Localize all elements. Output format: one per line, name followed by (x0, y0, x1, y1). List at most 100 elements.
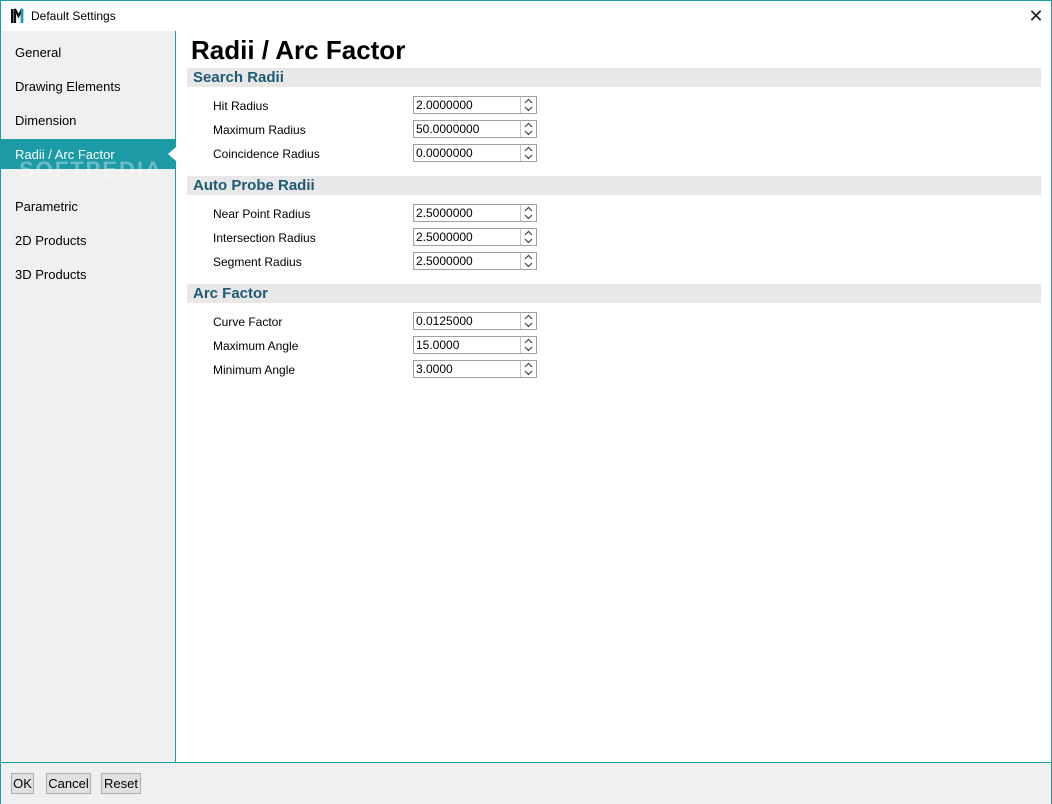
chevron-down-icon (524, 346, 533, 352)
close-button[interactable]: ✕ (1021, 1, 1051, 31)
field-label: Maximum Radius (213, 123, 306, 137)
spin-down-button[interactable] (521, 321, 536, 329)
sidebar-item-2d-products[interactable]: 2D Products (1, 225, 175, 255)
minimum-angle-spinbox[interactable] (413, 360, 537, 378)
sidebar-item-parametric[interactable]: Parametric (1, 191, 175, 221)
spin-up-button[interactable] (521, 253, 536, 261)
maximum-angle-input[interactable] (414, 337, 522, 353)
minimum-angle-input[interactable] (414, 361, 522, 377)
chevron-down-icon (524, 262, 533, 268)
spin-down-button[interactable] (521, 129, 536, 137)
sidebar-item-label: 2D Products (15, 232, 87, 248)
segment-radius-input[interactable] (414, 253, 522, 269)
title-bar[interactable]: Default Settings ✕ (1, 1, 1051, 31)
sidebar-item-radii-arc-factor[interactable]: Radii / Arc Factor (1, 139, 176, 169)
page-title: Radii / Arc Factor (191, 35, 406, 65)
spin-down-button[interactable] (521, 369, 536, 377)
field-label: Intersection Radius (213, 231, 316, 245)
near-point-radius-spinbox[interactable] (413, 204, 537, 222)
chevron-up-icon (524, 362, 533, 368)
spin-down-button[interactable] (521, 345, 536, 353)
sidebar-item-dimension[interactable]: Dimension (1, 105, 175, 135)
intersection-radius-input[interactable] (414, 229, 522, 245)
spin-up-button[interactable] (521, 361, 536, 369)
spin-down-button[interactable] (521, 153, 536, 161)
field-label: Segment Radius (213, 255, 302, 269)
chevron-down-icon (524, 106, 533, 112)
ok-button[interactable]: OK (11, 773, 34, 794)
reset-button[interactable]: Reset (101, 773, 141, 794)
spin-down-button[interactable] (521, 213, 536, 221)
spin-up-button[interactable] (521, 205, 536, 213)
chevron-up-icon (524, 206, 533, 212)
sidebar-item-label: Dimension (15, 112, 77, 128)
chevron-up-icon (524, 314, 533, 320)
sidebar-item-general[interactable]: General (1, 37, 175, 67)
spin-buttons (520, 337, 536, 353)
spin-up-button[interactable] (521, 229, 536, 237)
chevron-down-icon (524, 214, 533, 220)
section-header-arc-factor: Arc Factor (187, 284, 1041, 303)
spin-down-button[interactable] (521, 237, 536, 245)
maximum-radius-spinbox[interactable] (413, 120, 537, 138)
spin-buttons (520, 253, 536, 269)
sidebar-item-label: Drawing Elements (15, 78, 121, 94)
spin-up-button[interactable] (521, 313, 536, 321)
field-row-near-point-radius: Near Point Radius (213, 204, 543, 224)
settings-content: Radii / Arc Factor Search Radii Hit Radi… (177, 31, 1049, 762)
spin-up-button[interactable] (521, 145, 536, 153)
field-row-minimum-angle: Minimum Angle (213, 360, 543, 380)
sidebar-item-drawing-elements[interactable]: Drawing Elements (1, 71, 175, 101)
app-logo-icon (10, 8, 26, 24)
segment-radius-spinbox[interactable] (413, 252, 537, 270)
chevron-up-icon (524, 230, 533, 236)
spin-buttons (520, 205, 536, 221)
chevron-up-icon (524, 122, 533, 128)
curve-factor-input[interactable] (414, 313, 522, 329)
spin-down-button[interactable] (521, 261, 536, 269)
spin-buttons (520, 361, 536, 377)
chevron-down-icon (524, 238, 533, 244)
chevron-down-icon (524, 154, 533, 160)
field-row-intersection-radius: Intersection Radius (213, 228, 543, 248)
hit-radius-spinbox[interactable] (413, 96, 537, 114)
field-row-curve-factor: Curve Factor (213, 312, 543, 332)
intersection-radius-spinbox[interactable] (413, 228, 537, 246)
coincidence-radius-input[interactable] (414, 145, 522, 161)
field-row-hit-radius: Hit Radius (213, 96, 543, 116)
field-label: Maximum Angle (213, 339, 299, 353)
field-row-coincidence-radius: Coincidence Radius (213, 144, 543, 164)
sidebar-item-label: Parametric (15, 198, 78, 214)
sidebar-item-label: 3D Products (15, 266, 87, 282)
spin-buttons (520, 229, 536, 245)
field-label: Curve Factor (213, 315, 283, 329)
chevron-up-icon (524, 98, 533, 104)
sidebar-item-label: Radii / Arc Factor (15, 146, 115, 162)
sidebar-item-label: General (15, 44, 62, 60)
dialog-footer: OK Cancel Reset (1, 762, 1051, 804)
field-row-maximum-radius: Maximum Radius (213, 120, 543, 140)
near-point-radius-input[interactable] (414, 205, 522, 221)
settings-window: Default Settings ✕ General Drawing Eleme… (0, 0, 1052, 804)
maximum-angle-spinbox[interactable] (413, 336, 537, 354)
sidebar-item-3d-products[interactable]: 3D Products (1, 259, 175, 289)
coincidence-radius-spinbox[interactable] (413, 144, 537, 162)
chevron-down-icon (524, 370, 533, 376)
spin-up-button[interactable] (521, 337, 536, 345)
cancel-button[interactable]: Cancel (46, 773, 91, 794)
window-title: Default Settings (31, 9, 116, 23)
spin-up-button[interactable] (521, 97, 536, 105)
hit-radius-input[interactable] (414, 97, 522, 113)
spin-up-button[interactable] (521, 121, 536, 129)
field-label: Hit Radius (213, 99, 269, 113)
close-icon: ✕ (1028, 5, 1044, 26)
field-label: Near Point Radius (213, 207, 311, 221)
chevron-up-icon (524, 338, 533, 344)
spin-buttons (520, 145, 536, 161)
curve-factor-spinbox[interactable] (413, 312, 537, 330)
maximum-radius-input[interactable] (414, 121, 522, 137)
spin-buttons (520, 121, 536, 137)
field-row-maximum-angle: Maximum Angle (213, 336, 543, 356)
chevron-down-icon (524, 322, 533, 328)
spin-down-button[interactable] (521, 105, 536, 113)
